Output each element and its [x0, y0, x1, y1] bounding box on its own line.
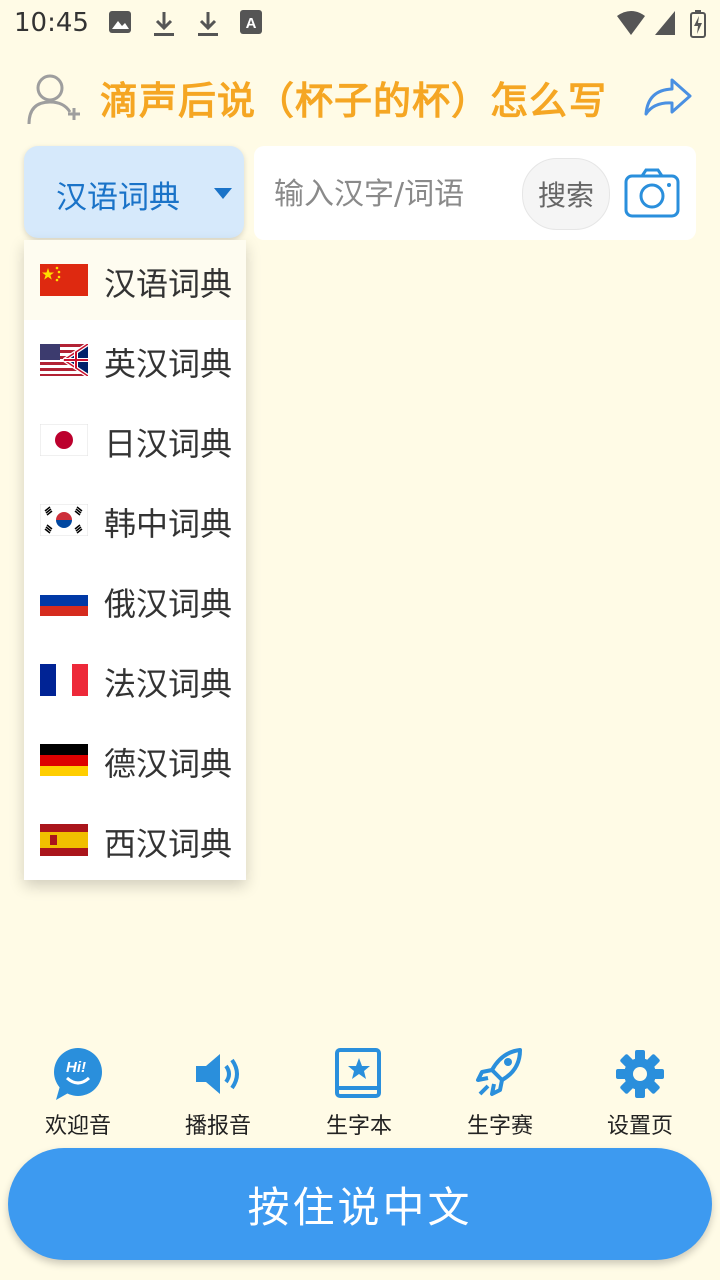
vocabulary-contest-button[interactable]: 生字赛 — [440, 1044, 560, 1144]
download-icon — [198, 12, 218, 36]
book-star-icon — [335, 1048, 381, 1098]
add-user-icon[interactable] — [26, 70, 82, 126]
signal-icon — [655, 11, 675, 35]
spain-flag-icon — [40, 824, 88, 856]
dropdown-item-german[interactable]: 德汉词典 — [24, 720, 246, 800]
rocket-icon — [476, 1048, 522, 1096]
russia-flag-icon — [40, 584, 88, 616]
dropdown-item-label: 英汉词典 — [104, 345, 233, 383]
page-title: 滴声后说（杯子的杯）怎么写 — [100, 79, 608, 123]
dropdown-item-korean[interactable]: 韩中词典 — [24, 480, 246, 560]
caret-down-icon — [214, 188, 232, 199]
svg-text:A: A — [246, 15, 257, 32]
wifi-icon — [617, 11, 645, 35]
app-header: 滴声后说（杯子的杯）怎么写 — [0, 62, 720, 132]
hi-bubble-icon: Hi! — [54, 1048, 102, 1100]
tool-label: 生字本 — [325, 1114, 392, 1139]
tool-label: 播报音 — [184, 1114, 251, 1139]
settings-button[interactable]: 设置页 — [580, 1044, 700, 1144]
dropdown-item-label: 法汉词典 — [104, 665, 233, 703]
download-icon — [154, 12, 174, 36]
usa-uk-flag-icon — [40, 344, 88, 376]
search-input[interactable] — [272, 168, 516, 220]
status-bar: 10:45 A — [0, 0, 720, 50]
dropdown-item-french[interactable]: 法汉词典 — [24, 640, 246, 720]
france-flag-icon — [40, 664, 88, 696]
bottom-toolbar: Hi! 欢迎音 播报音 生字本 生字赛 设置页 — [0, 1044, 720, 1144]
dropdown-item-russian[interactable]: 俄汉词典 — [24, 560, 246, 640]
dropdown-item-label: 俄汉词典 — [104, 585, 233, 623]
dictionary-dropdown: 汉语词典 英汉词典 日汉词典 韩中词典 俄汉词典 法汉词典 德汉词典 西汉词典 — [24, 240, 246, 880]
dropdown-item-label: 德汉词典 — [104, 745, 233, 783]
korea-flag-icon — [40, 504, 88, 536]
dropdown-item-spanish[interactable]: 西汉词典 — [24, 800, 246, 880]
tool-label: 设置页 — [606, 1114, 673, 1139]
hold-to-speak-label: 按住说中文 — [247, 1182, 473, 1232]
search-button[interactable]: 搜索 — [522, 158, 610, 230]
dropdown-item-label: 韩中词典 — [104, 505, 233, 543]
dropdown-item-chinese[interactable]: 汉语词典 — [24, 240, 246, 320]
status-time: 10:45 — [14, 8, 89, 38]
font-icon: A — [240, 10, 262, 34]
broadcast-sound-button[interactable]: 播报音 — [158, 1044, 278, 1144]
share-icon[interactable] — [644, 76, 692, 116]
tool-label: 欢迎音 — [44, 1114, 111, 1139]
search-box: 搜索 — [254, 146, 696, 240]
dropdown-item-label: 汉语词典 — [104, 265, 233, 303]
dropdown-item-label: 日汉词典 — [104, 425, 233, 463]
hold-to-speak-button[interactable]: 按住说中文 — [8, 1148, 712, 1260]
dropdown-item-japanese[interactable]: 日汉词典 — [24, 400, 246, 480]
dictionary-select-label: 汉语词典 — [56, 180, 180, 216]
germany-flag-icon — [40, 744, 88, 776]
gear-icon — [616, 1050, 664, 1098]
dropdown-item-english[interactable]: 英汉词典 — [24, 320, 246, 400]
china-flag-icon — [40, 264, 88, 296]
vocabulary-book-button[interactable]: 生字本 — [299, 1044, 419, 1144]
image-icon — [109, 11, 131, 33]
speaker-icon — [196, 1054, 239, 1094]
tool-label: 生字赛 — [466, 1114, 533, 1139]
svg-text:Hi!: Hi! — [66, 1059, 86, 1076]
camera-icon[interactable] — [624, 168, 680, 218]
dictionary-select[interactable]: 汉语词典 — [24, 146, 244, 238]
battery-charging-icon — [690, 10, 706, 38]
japan-flag-icon — [40, 424, 88, 456]
welcome-sound-button[interactable]: Hi! 欢迎音 — [18, 1044, 138, 1144]
dropdown-item-label: 西汉词典 — [104, 825, 233, 863]
